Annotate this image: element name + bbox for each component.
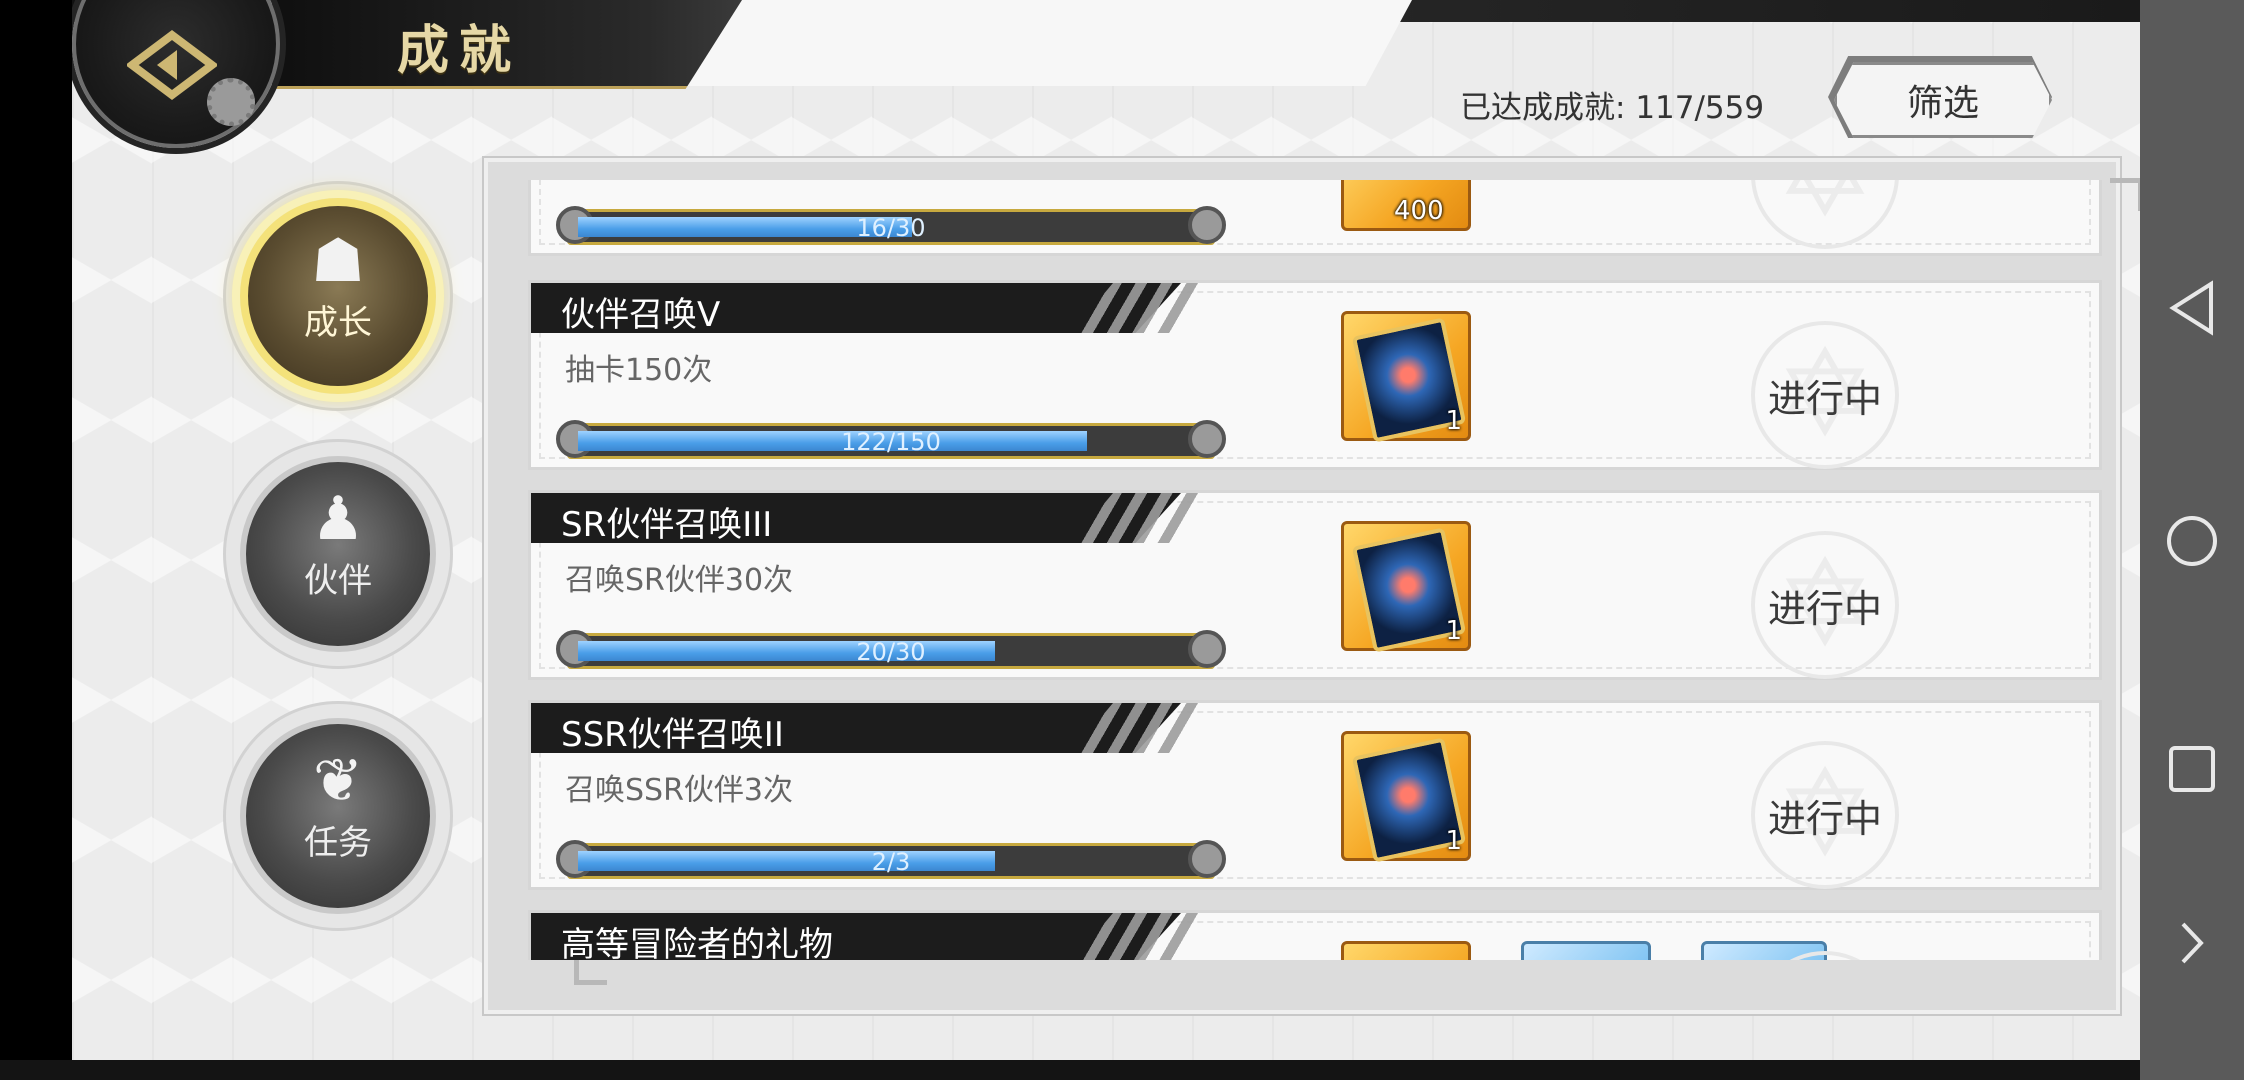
triangle-back-icon bbox=[2169, 280, 2213, 336]
progress-text: 20/30 bbox=[856, 638, 926, 666]
progress-bar: 122/150 bbox=[556, 420, 1226, 459]
back-button[interactable] bbox=[112, 10, 232, 120]
achievement-title: SR伙伴召唤III bbox=[561, 505, 773, 545]
achievement-title: 伙伴召唤V bbox=[561, 295, 721, 335]
achievement-desc: 召唤SR伙伴30次 bbox=[565, 563, 794, 598]
achievement-row[interactable]: 16/30 400 bbox=[528, 180, 2102, 256]
companions-icon: ♟ bbox=[311, 483, 365, 554]
reward-crystal[interactable] bbox=[1341, 941, 1471, 960]
status-text: 进行中 bbox=[1767, 586, 1882, 631]
status-emblem: 进行中 bbox=[1751, 741, 1899, 889]
game-screen: 成就 已达成成就: 117/559 筛选 ☗ 成长 ♟ 伙伴 ❦ 任务 16/3… bbox=[72, 0, 2140, 1060]
achievement-row[interactable]: SSR伙伴召唤II 召唤SSR伙伴3次 2/3 1 进行中 bbox=[528, 700, 2102, 890]
reward-qty: 400 bbox=[1394, 196, 1444, 226]
back-arrow-icon bbox=[127, 30, 217, 100]
square-recents-icon bbox=[2169, 746, 2215, 792]
corner-deco bbox=[2110, 178, 2140, 211]
achievement-row[interactable]: 伙伴召唤V 抽卡150次 122/150 1 进行中 bbox=[528, 280, 2102, 470]
chevron-right-icon bbox=[2181, 922, 2204, 964]
status-text: 进行中 bbox=[1767, 796, 1882, 841]
achieved-count: 117/559 bbox=[1635, 90, 1765, 126]
achievement-desc: 抽卡150次 bbox=[565, 353, 713, 388]
reward-summon-card[interactable]: 1 bbox=[1341, 521, 1471, 653]
system-nav-bar bbox=[2140, 0, 2244, 1080]
tab-label: 成长 bbox=[304, 302, 372, 343]
nav-home-button[interactable] bbox=[2140, 514, 2244, 568]
progress-cap bbox=[1188, 840, 1226, 878]
achievement-row[interactable]: SR伙伴召唤III 召唤SR伙伴30次 20/30 1 进行中 bbox=[528, 490, 2102, 680]
progress-text: 2/3 bbox=[871, 848, 911, 876]
tab-companions[interactable]: ♟ 伙伴 bbox=[226, 442, 450, 666]
reward-qty: 1 bbox=[1445, 616, 1462, 646]
tab-label: 伙伴 bbox=[304, 560, 372, 601]
progress-cap bbox=[1188, 206, 1226, 244]
tab-growth[interactable]: ☗ 成长 bbox=[226, 184, 450, 408]
reward-qty: 1 bbox=[1445, 826, 1462, 856]
status-text: 进行中 bbox=[1767, 376, 1882, 421]
progress-cap bbox=[1188, 630, 1226, 668]
achieved-label: 已达成成就: bbox=[1460, 90, 1626, 126]
reward-summon-card[interactable]: 1 bbox=[1341, 731, 1471, 863]
status-emblem: 进行中 bbox=[1751, 531, 1899, 679]
status-emblem: 进行中 bbox=[1751, 321, 1899, 469]
reward-coin[interactable] bbox=[1521, 941, 1651, 960]
progress-text: 122/150 bbox=[841, 428, 941, 456]
achievement-title: 高等冒险者的礼物 bbox=[561, 925, 833, 960]
bottom-bar bbox=[0, 1060, 2244, 1080]
progress-text: 16/30 bbox=[856, 214, 926, 242]
page-title: 成就 bbox=[397, 21, 522, 81]
achieved-count-text: 已达成成就: 117/559 bbox=[1460, 82, 1764, 127]
tab-quests[interactable]: ❦ 任务 bbox=[226, 704, 450, 928]
filter-button[interactable]: 筛选 bbox=[1834, 62, 2052, 138]
nav-expand-button[interactable] bbox=[2140, 920, 2244, 966]
achievement-desc: 召唤SSR伙伴3次 bbox=[565, 773, 794, 808]
reward-summon-card[interactable]: 1 bbox=[1341, 311, 1471, 443]
achievement-row[interactable]: 高等冒险者的礼物 bbox=[528, 910, 2102, 960]
achievement-list[interactable]: 16/30 400 伙伴召唤V 抽卡150次 122/150 1 bbox=[528, 180, 2108, 960]
circle-home-icon bbox=[2167, 516, 2217, 566]
nav-recents-button[interactable] bbox=[2140, 744, 2244, 794]
reward-qty: 1 bbox=[1445, 406, 1462, 436]
progress-cap bbox=[1188, 420, 1226, 458]
book-flame-icon: ❦ bbox=[312, 745, 364, 816]
hooded-figure-icon: ☗ bbox=[311, 225, 365, 296]
progress-bar: 16/30 bbox=[556, 206, 1226, 245]
reward-crystal[interactable]: 400 bbox=[1341, 180, 1471, 231]
progress-bar: 2/3 bbox=[556, 840, 1226, 879]
progress-bar: 20/30 bbox=[556, 630, 1226, 669]
achievement-title: SSR伙伴召唤II bbox=[561, 715, 784, 755]
tab-label: 任务 bbox=[304, 822, 372, 863]
nav-back-button[interactable] bbox=[2140, 280, 2244, 336]
